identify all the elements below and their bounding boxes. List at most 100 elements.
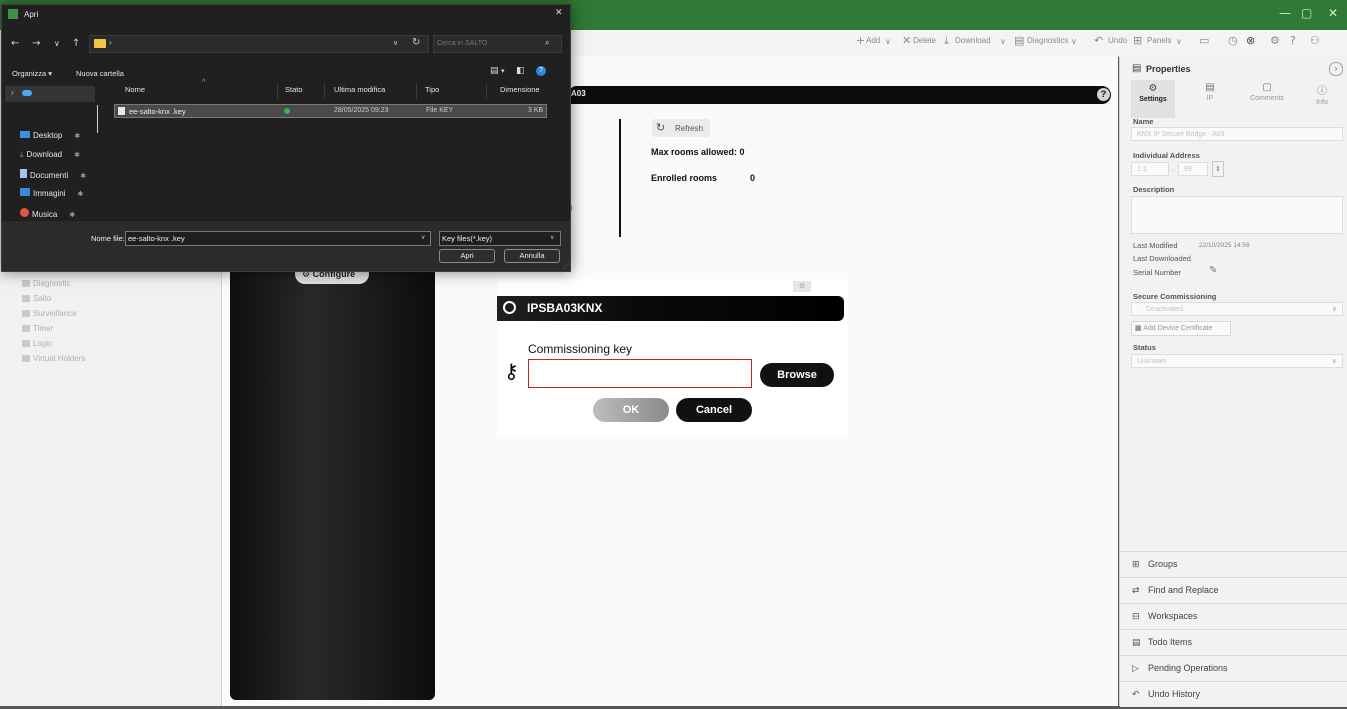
sidebar-item-desktop[interactable]: Desktop ✱ [20, 131, 80, 140]
commissioning-key-input[interactable] [528, 359, 752, 388]
search-box[interactable]: ⌕ [433, 35, 562, 53]
onedrive-item[interactable]: › [5, 86, 95, 102]
help-icon[interactable]: ? [536, 66, 546, 76]
open-button[interactable]: Apri [439, 249, 495, 263]
column-header-tipo[interactable]: Tipo [425, 85, 439, 94]
ok-button[interactable]: OK [593, 398, 669, 422]
column-header-nome[interactable]: Nome [125, 85, 145, 94]
undo-icon: ↶ [1094, 34, 1104, 47]
chevron-down-icon[interactable]: ∨ [54, 39, 60, 48]
chevron-down-icon[interactable]: ∨ [1000, 37, 1006, 46]
download-icon: ⤓ [20, 150, 24, 159]
file-type-filter[interactable]: Key files(*.key) ∨ [439, 231, 561, 246]
diagnostics-button[interactable]: Diagnostics [1027, 36, 1068, 45]
search-input[interactable] [437, 38, 537, 49]
clock-icon[interactable]: ◷ [1228, 34, 1238, 47]
document-icon [20, 169, 27, 178]
column-divider [277, 83, 278, 99]
file-icon [118, 107, 125, 115]
file-name: ee-salto-knx .key [129, 107, 186, 116]
monitor-icon[interactable]: ▭ [1199, 34, 1209, 47]
refresh-icon[interactable]: ↻ [412, 37, 420, 48]
organize-menu[interactable]: Organizza ▾ [12, 69, 52, 78]
chevron-down-icon[interactable]: ▾ [501, 67, 505, 75]
up-arrow-icon[interactable]: ↑ [72, 38, 80, 49]
add-button[interactable]: Add [866, 36, 880, 45]
dialog-title: Apri [24, 10, 39, 19]
file-open-dialog: Apri ✕ ← → ∨ ↑ › ∨ ↻ ⌕ Organizza ▾ Nuova… [1, 4, 571, 272]
chevron-down-icon[interactable]: ∨ [550, 234, 554, 241]
sort-up-icon: ^ [202, 79, 206, 86]
expand-icon[interactable]: › [11, 88, 14, 97]
add-icon: + [856, 34, 866, 47]
path-chevron-icon: › [109, 38, 112, 47]
close-window-icon[interactable]: ✕ [1328, 6, 1338, 20]
pin-icon: ✱ [80, 172, 87, 180]
dialog-header: IPSBA03KNX [497, 296, 844, 321]
file-modified: 28/05/2025 09:23 [334, 107, 389, 114]
delete-icon: ✕ [902, 34, 912, 47]
browse-button[interactable]: Browse [760, 363, 834, 387]
undo-button[interactable]: Undo [1108, 36, 1127, 45]
splitter[interactable] [97, 105, 98, 133]
cancel-button[interactable]: Annulla [504, 249, 560, 263]
resize-grip-icon[interactable]: ⋰ [563, 263, 569, 270]
pictures-icon [20, 188, 30, 196]
column-divider [324, 83, 325, 99]
chevron-down-icon[interactable]: ∨ [393, 39, 398, 47]
folder-icon [94, 39, 106, 48]
desktop-icon [20, 131, 30, 138]
chevron-down-icon[interactable]: ∨ [421, 234, 425, 241]
panels-icon: ⊞ [1133, 34, 1143, 47]
app-icon [8, 9, 18, 19]
column-divider [416, 83, 417, 99]
stop-icon[interactable]: ⊗ [1246, 34, 1255, 47]
preview-pane-icon[interactable]: ◧ [516, 66, 525, 76]
brand-logo-icon [503, 301, 516, 314]
sidebar-item-documenti[interactable]: Documenti ✱ [20, 169, 86, 180]
maximize-icon[interactable]: ▢ [1301, 6, 1312, 20]
key-icon: ⚷ [504, 359, 519, 383]
panels-button[interactable]: Panels [1147, 36, 1171, 45]
synced-status-icon [284, 108, 290, 114]
download-button[interactable]: Download [955, 36, 991, 45]
file-type: File KEY [426, 107, 454, 114]
column-header-dimensione[interactable]: Dimensione [500, 85, 540, 94]
chevron-down-icon[interactable]: ∨ [885, 37, 891, 46]
new-folder-button[interactable]: Nuova cartella [76, 69, 124, 78]
column-header-stato[interactable]: Stato [285, 85, 303, 94]
sidebar-item-download[interactable]: ⤓ Download ✱ [20, 150, 80, 160]
delete-button[interactable]: Delete [913, 36, 936, 45]
column-divider [486, 83, 487, 99]
pin-icon: ✱ [77, 190, 84, 198]
back-arrow-icon[interactable]: ← [11, 38, 19, 49]
close-icon[interactable]: ✕ [555, 8, 563, 18]
music-icon [20, 208, 29, 217]
settings-icon[interactable]: ⚙ [1270, 34, 1280, 47]
pin-icon: ✱ [69, 211, 76, 219]
user-icon[interactable]: ⚇ [1310, 34, 1320, 47]
download-icon: ⤓ [944, 34, 949, 47]
file-row[interactable]: ee-salto-knx .key 28/05/2025 09:23 File … [114, 104, 547, 118]
dialog-settings-icon[interactable]: ⚙ [793, 281, 811, 292]
forward-arrow-icon[interactable]: → [32, 38, 40, 49]
chevron-down-icon[interactable]: ∨ [1176, 37, 1182, 46]
file-size: 3 KB [528, 107, 544, 114]
minimize-icon[interactable]: — [1279, 6, 1291, 20]
filename-input[interactable]: ee-salto-knx .key ∨ [125, 231, 431, 246]
sidebar-item-immagini[interactable]: Immagini ✱ [20, 188, 83, 198]
search-icon: ⌕ [545, 38, 550, 47]
dialog-title: IPSBA03KNX [527, 301, 603, 315]
commissioning-key-label: Commissioning key [528, 342, 633, 356]
help-icon[interactable]: ? [1290, 34, 1296, 47]
chevron-down-icon[interactable]: ∨ [1071, 37, 1077, 46]
filename-label: Nome file: [91, 234, 125, 243]
cancel-button[interactable]: Cancel [676, 398, 752, 422]
diagnostics-icon: ▤ [1014, 34, 1025, 47]
column-header-ultima-modifica[interactable]: Ultima modifica [334, 85, 385, 94]
address-bar[interactable]: › ∨ ↻ [89, 35, 429, 53]
view-options-icon[interactable]: ▤ [490, 66, 499, 76]
sidebar-item-musica[interactable]: Musica ✱ [20, 208, 75, 219]
pin-icon: ✱ [74, 151, 80, 159]
commissioning-dialog: ⚙ IPSBA03KNX Commissioning key ⚷ Browse … [497, 279, 848, 437]
